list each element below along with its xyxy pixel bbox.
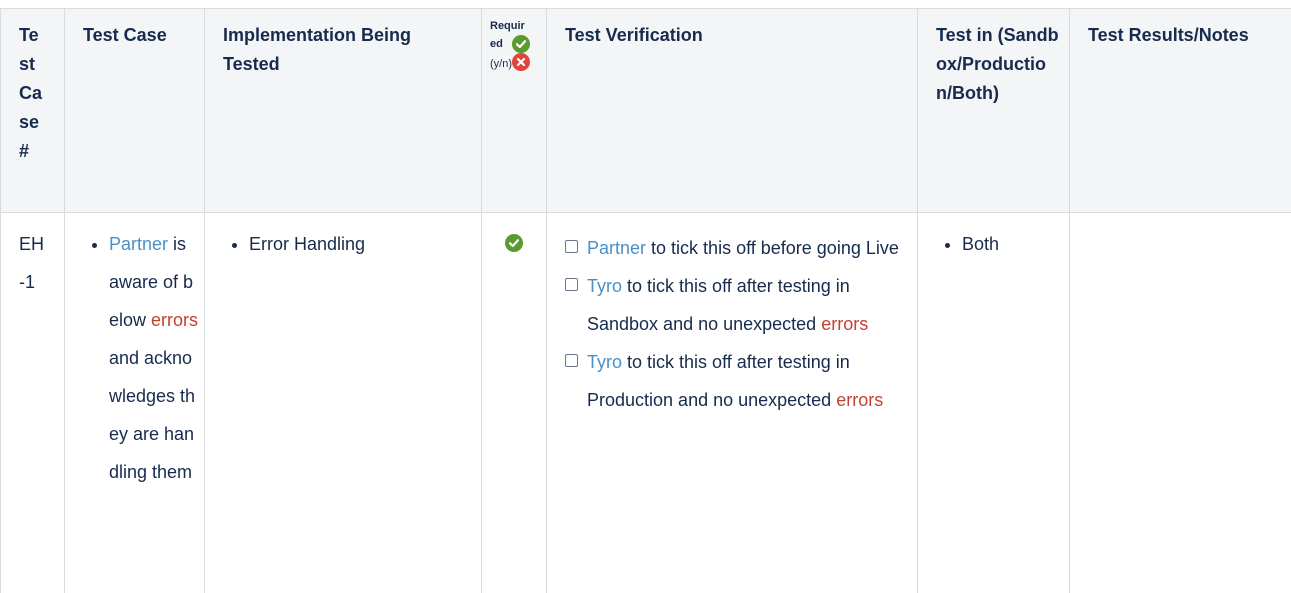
verification-item-tyro-production: Tyro to tick this off after testing in P… (565, 343, 903, 419)
header-required-yn: (y/n) (490, 58, 512, 70)
cell-case-id: EH -1 (0, 212, 65, 593)
header-test-case-number: Te st Ca se # (0, 8, 65, 213)
list-item: Both (962, 225, 1059, 263)
page-frame: Te st Ca se # Test Case Implementation B… (0, 0, 1291, 593)
checkbox-icon[interactable] (565, 278, 578, 291)
tyro-link[interactable]: Tyro (587, 276, 622, 296)
header-test-verification: Test Verification (546, 8, 918, 213)
cell-test-case: Partner is aware of below errors and ack… (64, 212, 205, 593)
implementation-list: Error Handling (229, 225, 471, 263)
partner-link[interactable]: Partner (109, 234, 168, 254)
table-row: EH -1 Partner is aware of below errors a… (0, 212, 1291, 593)
list-item: Partner is aware of below errors and ack… (109, 225, 200, 491)
list-item: Error Handling (249, 225, 471, 263)
red-cross-circle-icon (512, 53, 530, 71)
verification-item-partner-live: Partner to tick this off before going Li… (565, 229, 903, 267)
errors-link[interactable]: errors (151, 310, 198, 330)
partner-link[interactable]: Partner (587, 238, 646, 258)
cell-test-verification: Partner to tick this off before going Li… (546, 212, 918, 593)
green-check-circle-icon (512, 35, 530, 53)
header-test-results: Test Results/Notes (1069, 8, 1291, 213)
test-case-list: Partner is aware of below errors and ack… (89, 225, 200, 491)
cell-implementation: Error Handling (204, 212, 482, 593)
errors-link[interactable]: errors (836, 390, 883, 410)
errors-link[interactable]: errors (821, 314, 868, 334)
header-test-in: Test in (Sandbox/Production/Both) (917, 8, 1070, 213)
test-case-table: Te st Ca se # Test Case Implementation B… (0, 8, 1291, 593)
header-implementation: Implementation Being Tested (204, 8, 482, 213)
cell-required (481, 212, 547, 593)
checkbox-icon[interactable] (565, 240, 578, 253)
cell-test-results[interactable] (1069, 212, 1291, 593)
checkbox-icon[interactable] (565, 354, 578, 367)
verification-item-tyro-sandbox: Tyro to tick this off after testing in S… (565, 267, 903, 343)
test-in-list: Both (942, 225, 1059, 263)
header-row: Te st Ca se # Test Case Implementation B… (0, 8, 1291, 213)
green-check-circle-icon (505, 234, 523, 252)
cell-test-in: Both (917, 212, 1070, 593)
header-required: Requir ed (y/n) (481, 8, 547, 213)
header-test-case: Test Case (64, 8, 205, 213)
tyro-link[interactable]: Tyro (587, 352, 622, 372)
